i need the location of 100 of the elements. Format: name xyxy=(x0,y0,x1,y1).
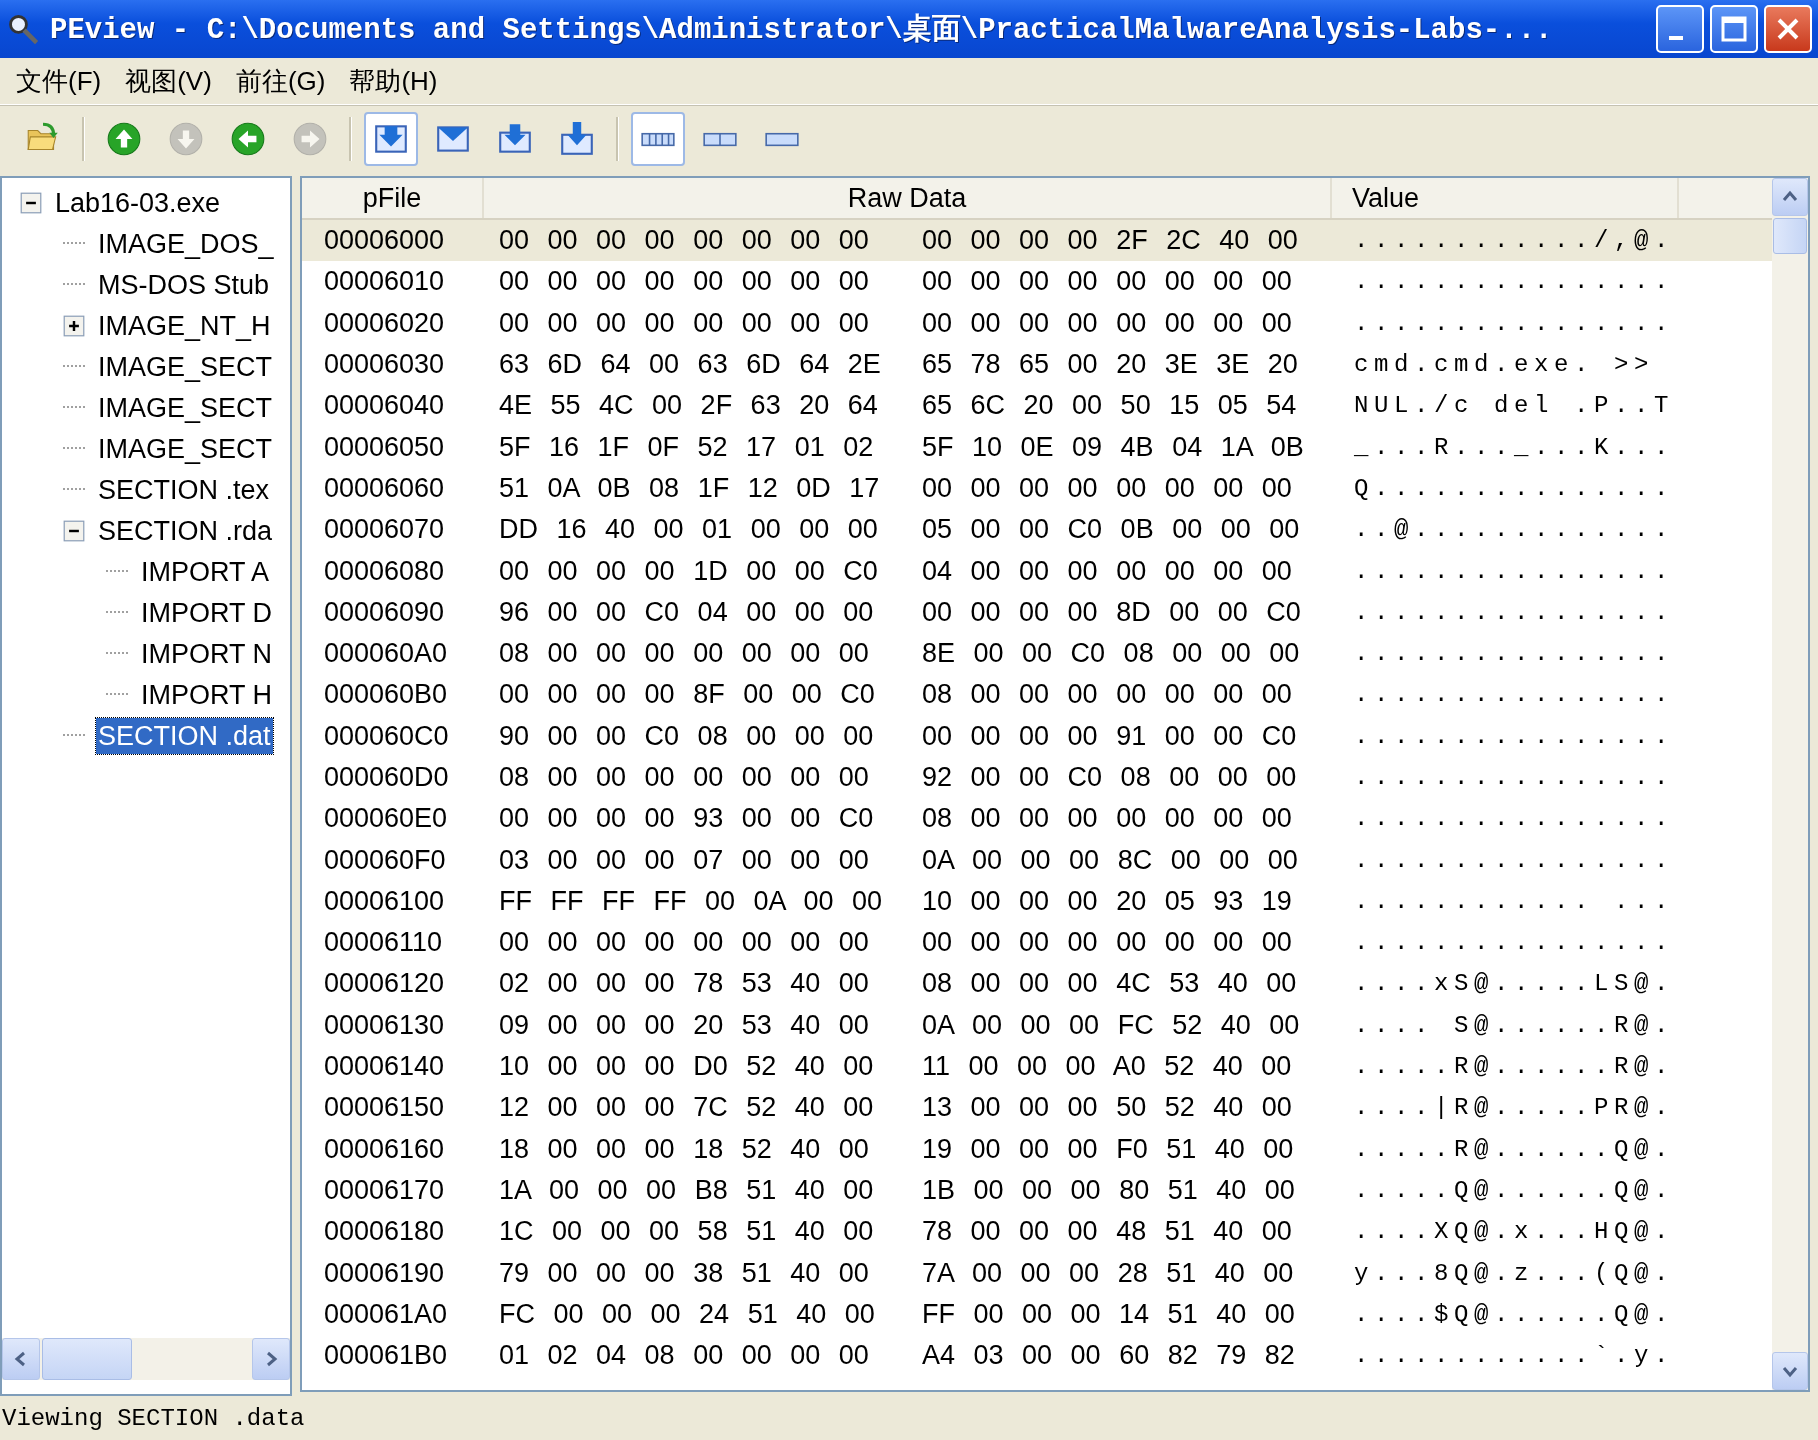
tree-item[interactable]: SECTION .tex xyxy=(96,471,272,508)
ascii-value: ................ xyxy=(1353,598,1675,626)
ascii-value: ................ xyxy=(1353,309,1675,337)
offset-cell-text: 00006150 xyxy=(323,1092,446,1124)
hex-bytes: 5F 16 1F 0F 52 17 01 02 xyxy=(498,431,875,463)
hex-bytes: 02 00 00 00 78 53 40 00 xyxy=(498,968,870,1000)
hex-bytes: 0A 00 00 00 8C 00 00 00 xyxy=(921,844,1299,876)
tree-item[interactable]: IMPORT N xyxy=(139,635,275,672)
ascii-value: .....Q@......Q@. xyxy=(1353,1176,1675,1204)
hex-bytes: 51 0A 0B 08 1F 12 0D 17 xyxy=(498,472,881,504)
ascii-value: ................ xyxy=(1353,846,1675,874)
toolbar-button[interactable] xyxy=(364,112,418,166)
ascii-value: ................ xyxy=(1353,268,1675,296)
column-header[interactable]: Value xyxy=(1332,178,1679,218)
offset-cell-text: 000060D0 xyxy=(323,762,450,793)
hex-bytes: 01 02 04 08 00 00 00 00 xyxy=(498,1340,870,1372)
hex-bytes: 1C 00 00 00 58 51 40 00 xyxy=(498,1216,875,1248)
offset-cell-text: 00006070 xyxy=(323,514,446,546)
collapse-icon[interactable] xyxy=(20,191,42,214)
section-icon xyxy=(558,120,596,158)
hex-bytes: FF 00 00 00 14 51 40 00 xyxy=(921,1298,1296,1330)
hex-bytes: 65 78 65 00 20 3E 3E 20 xyxy=(921,349,1299,381)
offset-cell-text: 000060E0 xyxy=(323,803,449,835)
hex-bytes: 90 00 00 C0 08 00 00 00 xyxy=(498,720,875,752)
tree-item[interactable]: IMAGE_SECT xyxy=(96,389,275,426)
hex-bytes: 5F 10 0E 09 4B 04 1A 0B xyxy=(921,431,1305,463)
hex-bytes: 10 00 00 00 D0 52 40 00 xyxy=(498,1051,875,1083)
tree-item[interactable]: Lab16-03.exe xyxy=(53,184,223,221)
hex-bytes: 08 00 00 00 4C 53 40 00 xyxy=(921,968,1298,1000)
minimize-button[interactable] xyxy=(1656,5,1704,53)
menu-item[interactable]: 文件(F) xyxy=(4,59,114,103)
offset-cell-text: 000060B0 xyxy=(323,679,449,711)
offset-cell-text: 00006140 xyxy=(323,1051,446,1083)
offset-cell-text: 000060C0 xyxy=(323,720,450,752)
ascii-value: .... S@......R@. xyxy=(1353,1011,1675,1039)
ascii-value: ............`.y. xyxy=(1353,1342,1675,1370)
offset-cell-text: 00006040 xyxy=(323,390,446,422)
column-header[interactable]: Raw Data xyxy=(484,178,1332,218)
hex-bytes: 7A 00 00 00 28 51 40 00 xyxy=(921,1257,1295,1289)
hex-bytes: 00 00 00 00 00 00 00 00 xyxy=(921,307,1293,339)
close-button[interactable] xyxy=(1764,5,1812,53)
hex-bytes: 00 00 00 00 00 00 00 00 xyxy=(921,927,1293,959)
menu-item[interactable]: 前往(G) xyxy=(223,59,338,103)
tree-item[interactable]: IMPORT H xyxy=(139,676,275,713)
ascii-value: ................ xyxy=(1353,681,1675,709)
menu-item[interactable]: 视图(V) xyxy=(113,59,224,103)
hex-bytes: 4E 55 4C 00 2F 63 20 64 xyxy=(498,390,879,422)
ascii-value: ....XQ@.x...HQ@. xyxy=(1353,1218,1675,1246)
horizontal-scrollbar[interactable] xyxy=(2,1338,290,1380)
offset-cell-text: 00006090 xyxy=(323,596,446,628)
offset-cell-text: 00006130 xyxy=(323,1009,446,1041)
tree-item[interactable]: SECTION .dat xyxy=(96,717,273,754)
toolbar-button[interactable] xyxy=(631,112,685,166)
hex-bytes: 00 00 00 00 00 00 00 00 xyxy=(498,307,870,339)
hex-bytes: 08 00 00 00 00 00 00 00 xyxy=(921,803,1293,835)
offset-cell-text: 000060F0 xyxy=(323,844,447,876)
tree-item[interactable]: MS-DOS Stub xyxy=(96,266,272,303)
ascii-value: Q............... xyxy=(1353,474,1675,502)
ascii-value: ................ xyxy=(1353,640,1675,668)
hex-bytes: 63 6D 64 00 63 6D 64 2E xyxy=(498,349,882,381)
tree-item[interactable]: IMAGE_SECT xyxy=(96,430,275,467)
column-header[interactable]: pFile xyxy=(302,178,484,218)
hex-bytes: 00 00 00 00 00 00 00 00 xyxy=(498,266,870,298)
ascii-value: ................ xyxy=(1353,805,1675,833)
tree-item[interactable]: IMAGE_SECT xyxy=(96,348,275,385)
offset-cell-text: 00006180 xyxy=(323,1216,446,1248)
hex-bytes: 96 00 00 C0 04 00 00 00 xyxy=(498,596,875,628)
hex-bytes: 19 00 00 00 F0 51 40 00 xyxy=(921,1133,1295,1165)
offset-cell-text: 000060A0 xyxy=(323,638,449,670)
tree-item[interactable]: IMPORT D xyxy=(139,594,275,631)
hex-bytes: 11 00 00 00 A0 52 40 00 xyxy=(921,1051,1293,1083)
ascii-value: ............ ... xyxy=(1353,887,1675,915)
expand-icon[interactable] xyxy=(63,314,85,337)
offset-cell-text: 000061B0 xyxy=(323,1340,449,1372)
maximize-button[interactable] xyxy=(1710,5,1758,53)
hex-bytes: 03 00 00 00 07 00 00 00 xyxy=(498,844,870,876)
tree-item[interactable]: IMAGE_NT_H xyxy=(96,307,273,344)
hex-bytes: 04 00 00 00 00 00 00 00 xyxy=(921,555,1293,587)
offset-cell-text: 00006100 xyxy=(323,885,446,917)
ascii-value: ....xS@.....LS@. xyxy=(1353,970,1675,998)
hex-bytes: 00 00 00 00 93 00 00 C0 xyxy=(498,803,875,835)
vertical-scrollbar[interactable] xyxy=(1772,178,1808,1390)
tree-item[interactable]: SECTION .rda xyxy=(96,512,275,549)
tree-item[interactable]: IMPORT A xyxy=(139,553,272,590)
scrollbar-thumb[interactable] xyxy=(1773,218,1807,254)
hex-bytes: 00 00 00 00 8F 00 00 C0 xyxy=(498,679,876,711)
hex-bytes: 00 00 00 00 8D 00 00 C0 xyxy=(921,596,1302,628)
menu-item[interactable]: 帮助(H) xyxy=(337,59,450,103)
ascii-value: NUL./c del .P..T xyxy=(1353,392,1675,420)
hex-bytes: 00 00 00 00 00 00 00 00 xyxy=(921,472,1293,504)
collapse-icon[interactable] xyxy=(63,519,85,542)
hex-bytes: 65 6C 20 00 50 15 05 54 xyxy=(921,390,1298,422)
tree-item[interactable]: IMAGE_DOS_ xyxy=(96,225,276,262)
hex-bytes: 10 00 00 00 20 05 93 19 xyxy=(921,885,1293,917)
offset-cell-text: 00006160 xyxy=(323,1133,446,1165)
scrollbar-thumb[interactable] xyxy=(42,1338,132,1380)
selected-row[interactable]: 00006000 00 00 00 00 00 00 00 00 00 00 00 00 2F 2C 40 00 ............/,@. xyxy=(302,220,1772,262)
hex-bytes: 08 00 00 00 00 00 00 00 xyxy=(921,679,1293,711)
hex-bytes: 18 00 00 00 18 52 40 00 xyxy=(498,1133,870,1165)
ascii-value: y...8Q@.z...(Q@. xyxy=(1353,1259,1675,1287)
